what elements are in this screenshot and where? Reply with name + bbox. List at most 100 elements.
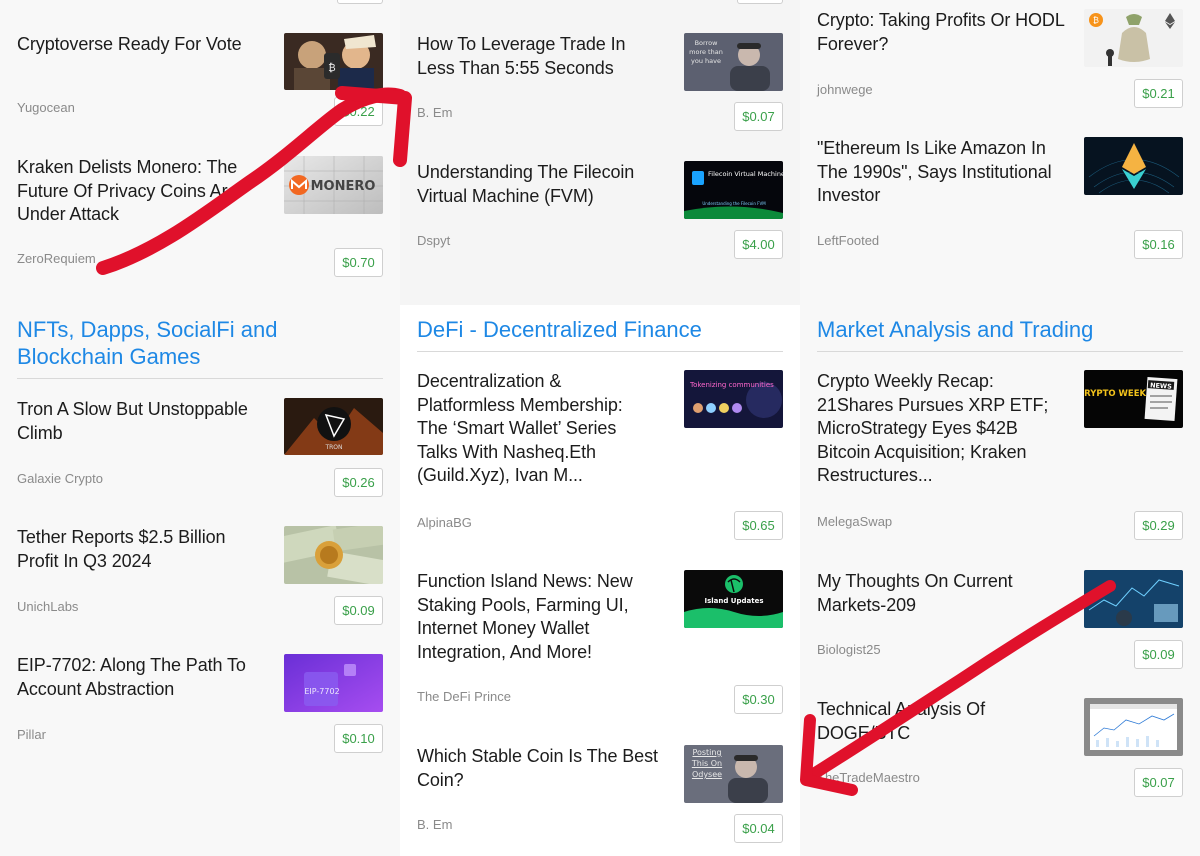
- article-card[interactable]: Understanding The Filecoin Virtual Machi…: [417, 161, 783, 261]
- article-title[interactable]: My Thoughts On Current Markets-209: [817, 570, 1067, 617]
- article-title[interactable]: Function Island News: New Staking Pools,…: [417, 570, 657, 664]
- video-portrait-icon: Posting This On Odysee: [684, 745, 783, 803]
- price-tag[interactable]: $0.07: [734, 102, 783, 131]
- price-tag[interactable]: $0.10: [334, 724, 383, 753]
- election-portraits-thumbnail[interactable]: ₿: [284, 33, 383, 90]
- dollar-bills-icon: [284, 526, 383, 584]
- article-card[interactable]: Which Stable Coin Is The Best Coin? Post…: [417, 745, 783, 845]
- price-tag[interactable]: $0.30: [734, 685, 783, 714]
- article-author[interactable]: The DeFi Prince: [417, 689, 511, 704]
- article-card[interactable]: Tron A Slow But Unstoppable Climb TRON G…: [17, 398, 383, 498]
- island-updates-icon: Island Updates: [684, 570, 783, 628]
- section-divider: [17, 378, 383, 379]
- price-tag[interactable]: $0.04: [734, 814, 783, 843]
- article-author[interactable]: B. Em: [417, 817, 452, 832]
- article-card[interactable]: Crypto: Taking Profits Or HODL Forever? …: [817, 9, 1183, 109]
- article-card[interactable]: My Thoughts On Current Markets-209 Biolo…: [817, 570, 1183, 670]
- article-author[interactable]: ZeroRequiem: [17, 251, 96, 266]
- price-tag[interactable]: $0.22: [334, 97, 383, 126]
- article-author[interactable]: LeftFooted: [817, 233, 879, 248]
- crypto-week-news-icon: CRYPTO WEEK NEWS: [1084, 370, 1183, 428]
- ethereum-logo-thumbnail[interactable]: [1084, 137, 1183, 195]
- video-portrait-icon: Borrow more than you have: [684, 33, 783, 91]
- crypto-week-news-thumbnail[interactable]: CRYPTO WEEK NEWS: [1084, 370, 1183, 428]
- article-author[interactable]: TheTradeMaestro: [817, 770, 920, 785]
- island-updates-thumbnail[interactable]: Island Updates: [684, 570, 783, 628]
- article-card[interactable]: Crypto Weekly Recap: 21Shares Pursues XR…: [817, 370, 1183, 540]
- article-card[interactable]: How To Leverage Trade In Less Than 5:55 …: [417, 33, 783, 133]
- crypto-coins-money-bag-icon: ₿: [1084, 9, 1183, 67]
- article-title[interactable]: EIP-7702: Along The Path To Account Abst…: [17, 654, 267, 701]
- price-tag[interactable]: $0.09: [1134, 640, 1183, 669]
- article-title[interactable]: Cryptoverse Ready For Vote: [17, 33, 267, 57]
- tron-logo-thumbnail[interactable]: TRON: [284, 398, 383, 455]
- article-author[interactable]: Pillar: [17, 727, 46, 742]
- article-card[interactable]: Decentralization & Platformless Membersh…: [417, 370, 783, 540]
- article-title[interactable]: Kraken Delists Monero: The Future Of Pri…: [17, 156, 267, 227]
- article-card[interactable]: Technical Analysis Of DOGE/BTC TheTradeM…: [817, 698, 1183, 798]
- svg-text:CRYPTO WEEK: CRYPTO WEEK: [1084, 389, 1147, 399]
- section-title[interactable]: NFTs, Dapps, SocialFi and Blockchain Gam…: [17, 316, 383, 370]
- price-tag[interactable]: $0.26: [334, 468, 383, 497]
- eip-7702-purple-thumbnail[interactable]: EIP-7702: [284, 654, 383, 712]
- article-card[interactable]: Cryptoverse Ready For Vote ₿ Yugocean $0…: [17, 33, 383, 133]
- article-title[interactable]: "Ethereum Is Like Amazon In The 1990s", …: [817, 137, 1057, 208]
- article-title[interactable]: Decentralization & Platformless Membersh…: [417, 370, 657, 488]
- price-tag[interactable]: $0.21: [1134, 79, 1183, 108]
- price-tag[interactable]: $0.16: [1134, 230, 1183, 259]
- article-card[interactable]: Function Island News: New Staking Pools,…: [417, 570, 783, 720]
- article-author[interactable]: B. Em: [417, 105, 452, 120]
- price-tag[interactable]: $0.07: [1134, 768, 1183, 797]
- article-title[interactable]: Technical Analysis Of DOGE/BTC: [817, 698, 1067, 745]
- article-author[interactable]: Yugocean: [17, 100, 75, 115]
- article-title[interactable]: Crypto Weekly Recap: 21Shares Pursues XR…: [817, 370, 1057, 488]
- price-tag[interactable]: $4.00: [734, 230, 783, 259]
- section-divider: [817, 351, 1183, 352]
- article-author[interactable]: Biologist25: [817, 642, 881, 657]
- price-tag-partial[interactable]: [737, 0, 783, 4]
- article-author[interactable]: johnwege: [817, 82, 873, 97]
- price-tag[interactable]: $0.09: [334, 596, 383, 625]
- monero-logo-icon: MONERO: [284, 156, 383, 214]
- article-card[interactable]: Tether Reports $2.5 Billion Profit In Q3…: [17, 526, 383, 626]
- article-author[interactable]: Galaxie Crypto: [17, 471, 103, 486]
- tokenizing-communities-thumbnail[interactable]: Tokenizing communities: [684, 370, 783, 428]
- chart-screenshot-thumbnail[interactable]: [1084, 698, 1183, 756]
- article-title[interactable]: Crypto: Taking Profits Or HODL Forever?: [817, 9, 1067, 56]
- video-portrait-thumbnail[interactable]: Posting This On Odysee: [684, 745, 783, 803]
- election-portraits-icon: ₿: [284, 33, 383, 90]
- price-tag[interactable]: $0.65: [734, 511, 783, 540]
- article-title[interactable]: How To Leverage Trade In Less Than 5:55 …: [417, 33, 667, 80]
- filecoin-fvm-thumbnail[interactable]: Filecoin Virtual Machine Understanding t…: [684, 161, 783, 219]
- column-left: Cryptoverse Ready For Vote ₿ Yugocean $0…: [0, 0, 400, 856]
- article-card[interactable]: "Ethereum Is Like Amazon In The 1990s", …: [817, 137, 1183, 267]
- article-card[interactable]: Kraken Delists Monero: The Future Of Pri…: [17, 156, 383, 281]
- section-title[interactable]: Market Analysis and Trading: [817, 316, 1183, 343]
- article-author[interactable]: MelegaSwap: [817, 514, 892, 529]
- svg-text:Filecoin Virtual Machine: Filecoin Virtual Machine: [708, 170, 783, 178]
- article-card[interactable]: EIP-7702: Along The Path To Account Abst…: [17, 654, 383, 754]
- column-middle: How To Leverage Trade In Less Than 5:55 …: [400, 0, 800, 856]
- svg-text:₿: ₿: [1093, 16, 1099, 25]
- svg-text:MONERO: MONERO: [311, 179, 376, 194]
- article-title[interactable]: Tether Reports $2.5 Billion Profit In Q3…: [17, 526, 267, 573]
- tron-logo-icon: TRON: [284, 398, 383, 455]
- article-author[interactable]: AlpinaBG: [417, 515, 472, 530]
- section-title[interactable]: DeFi - Decentralized Finance: [417, 316, 783, 343]
- article-title[interactable]: Which Stable Coin Is The Best Coin?: [417, 745, 667, 792]
- video-portrait-thumbnail[interactable]: Borrow more than you have: [684, 33, 783, 91]
- chart-screenshot-icon: [1084, 698, 1183, 756]
- svg-text:EIP-7702: EIP-7702: [304, 687, 339, 696]
- dollar-bills-thumbnail[interactable]: [284, 526, 383, 584]
- article-author[interactable]: UnichLabs: [17, 599, 78, 614]
- price-tag[interactable]: $0.70: [334, 248, 383, 277]
- article-title[interactable]: Tron A Slow But Unstoppable Climb: [17, 398, 267, 445]
- trading-screens-thumbnail[interactable]: [1084, 570, 1183, 628]
- article-author[interactable]: Dspyt: [417, 233, 450, 248]
- price-tag[interactable]: $0.29: [1134, 511, 1183, 540]
- svg-text:Understanding the Filecoin FVM: Understanding the Filecoin FVM: [702, 201, 766, 206]
- price-tag-partial[interactable]: [337, 0, 383, 4]
- crypto-coins-money-bag-thumbnail[interactable]: ₿: [1084, 9, 1183, 67]
- article-title[interactable]: Understanding The Filecoin Virtual Machi…: [417, 161, 667, 208]
- monero-logo-thumbnail[interactable]: MONERO: [284, 156, 383, 214]
